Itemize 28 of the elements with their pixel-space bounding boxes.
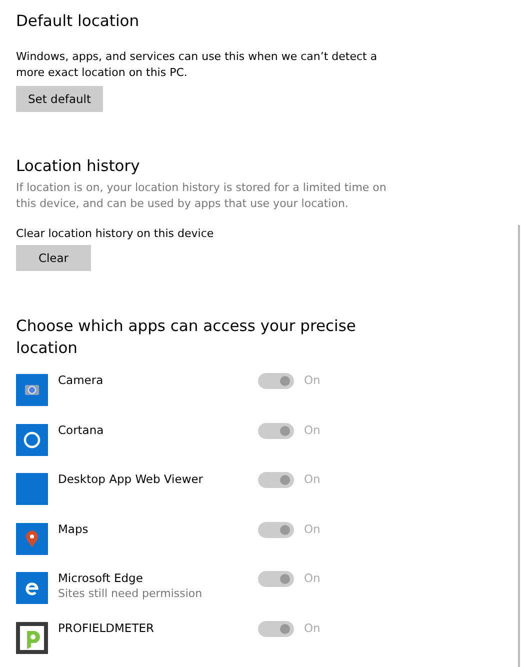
section-heading: Location history — [16, 156, 140, 177]
browser-app-icon — [16, 572, 48, 604]
description-text: Windows, apps, and services can use this when we can’t detect a more exact location on this PC. — [16, 49, 378, 81]
scrollbar[interactable] — [518, 225, 520, 667]
camera-icon — [16, 374, 48, 406]
app-name: Camera — [58, 373, 104, 388]
toggle-state-label: On — [304, 373, 320, 387]
section-heading: Default location — [16, 11, 140, 32]
clear-history-label: Clear location history on this device — [16, 227, 214, 240]
toggle-state-label: On — [304, 422, 320, 436]
toggle-state-label: On — [304, 620, 320, 634]
app-name: Desktop App Web Viewer — [58, 472, 204, 487]
app-tile-icon — [16, 473, 48, 505]
p-logo-app-icon — [16, 622, 48, 654]
app-name: PROFIELDMETER — [58, 620, 155, 636]
app-subtitle: Sites still need permission — [58, 586, 204, 602]
section-heading: Choose which apps can access your precise location — [16, 316, 357, 359]
app-name: Maps — [58, 522, 90, 536]
toggle-state-label: On — [304, 571, 320, 585]
set-default-button[interactable]: Set default — [16, 86, 104, 112]
map-pin-icon — [16, 522, 48, 554]
toggle-state-label: On — [304, 522, 320, 536]
description-text: If location is on, your location history is stored for a limited time on this device, and can be used by apps that use your location. — [16, 180, 388, 212]
app-name: Cortana — [58, 422, 105, 438]
toggle-state-label: On — [304, 472, 320, 486]
app-name: Microsoft Edge — [58, 571, 144, 586]
circle-app-icon — [16, 424, 48, 456]
clear-button[interactable]: Clear — [16, 245, 91, 271]
